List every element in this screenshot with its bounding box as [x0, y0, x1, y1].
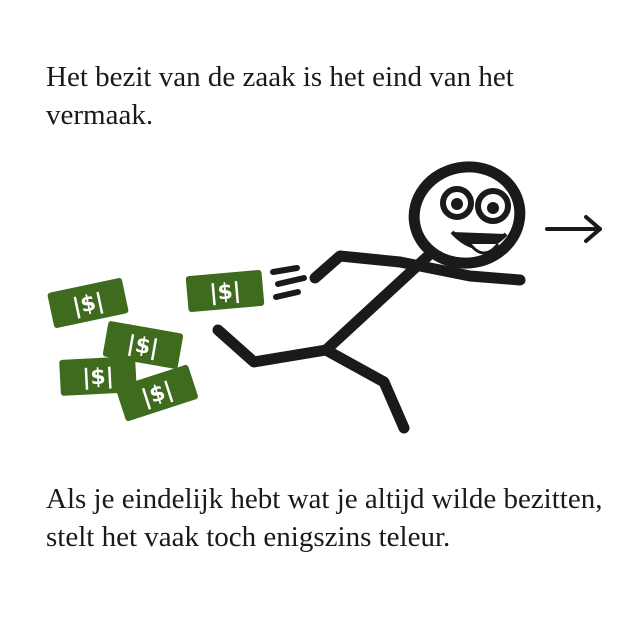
- money-bill-icon: |$|: [185, 270, 265, 312]
- bill-label: |$|: [208, 279, 241, 307]
- money-bill-icon: |$|: [47, 278, 129, 328]
- motion-lines: [270, 265, 307, 300]
- face: [440, 186, 511, 255]
- bill-label: |$|: [82, 364, 115, 391]
- arrow-right-icon: [545, 215, 602, 243]
- bottom-caption: Als je eindelijk hebt wat je altijd wild…: [46, 483, 603, 553]
